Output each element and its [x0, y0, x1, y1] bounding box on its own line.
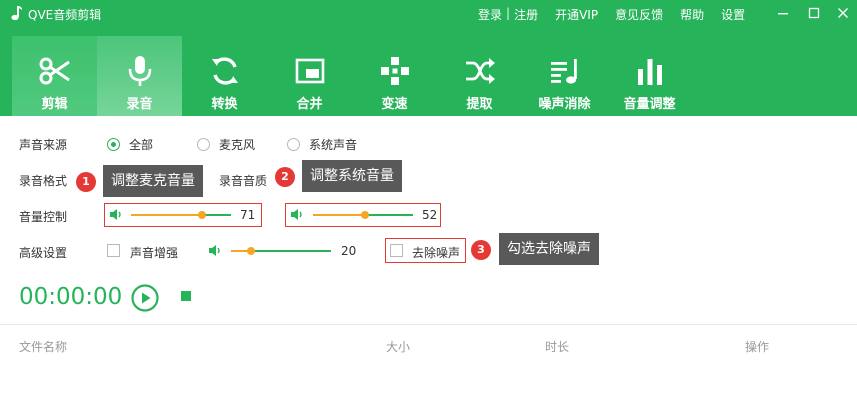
play-button[interactable] — [131, 284, 159, 312]
tab-label: 剪辑 — [41, 97, 68, 112]
speaker-icon[interactable] — [290, 208, 304, 221]
radio-button[interactable] — [197, 138, 210, 151]
top-links: 登录 | 注册 开通VIP 意见反馈 帮助 设置 — [478, 6, 745, 23]
divider — [0, 324, 857, 325]
speed-icon — [380, 57, 409, 85]
convert-icon — [211, 57, 238, 85]
tab-speed[interactable]: 变速 — [352, 36, 437, 116]
tab-convert[interactable]: 转换 — [182, 36, 267, 116]
tab-label: 变速 — [381, 97, 408, 112]
slider-fill — [131, 214, 202, 216]
system-volume-slider[interactable] — [313, 209, 413, 221]
enhance-checkbox[interactable] — [107, 244, 120, 257]
tab-cut[interactable]: 剪辑 — [12, 36, 97, 116]
volume-label: 音量控制 — [19, 210, 68, 224]
slider-handle[interactable] — [361, 211, 369, 219]
maximize-button[interactable] — [805, 4, 823, 22]
radio-button[interactable] — [107, 138, 120, 151]
quality-label: 录音音质 — [219, 174, 268, 188]
slider-fill — [313, 214, 365, 216]
minimize-button[interactable] — [774, 4, 792, 22]
login-link[interactable]: 登录 — [478, 6, 502, 23]
radio-label: 全部 — [129, 138, 154, 152]
annotation-badge-2: 2 — [275, 167, 295, 187]
record-timer: 00:00:00 — [19, 284, 123, 310]
app-title: QVE音频剪辑 — [28, 8, 102, 22]
help-link[interactable]: 帮助 — [680, 6, 704, 23]
settings-link[interactable]: 设置 — [721, 6, 745, 23]
radio-label: 麦克风 — [219, 138, 256, 152]
advanced-label: 高级设置 — [19, 246, 68, 260]
close-button[interactable] — [834, 4, 852, 22]
title-bar: QVE音频剪辑 登录 | 注册 开通VIP 意见反馈 帮助 设置 — [0, 0, 857, 28]
annotation-badge-1: 1 — [76, 172, 96, 192]
slider-handle[interactable] — [198, 211, 206, 219]
tab-label: 提取 — [466, 97, 493, 112]
scissors-icon — [39, 57, 70, 85]
tab-label: 录音 — [126, 97, 153, 112]
stop-button[interactable] — [181, 291, 191, 301]
extract-icon — [465, 58, 495, 84]
radio-source-all[interactable]: 全部 — [107, 136, 153, 153]
speaker-icon[interactable] — [208, 244, 222, 257]
volume-adjust-icon — [637, 59, 662, 85]
annotation-tip-mic: 调整麦克音量 — [103, 165, 203, 197]
annotation-tip-denoise: 勾选去除噪声 — [499, 233, 599, 265]
enhance-label: 声音增强 — [130, 246, 179, 260]
annotation-tip-system: 调整系统音量 — [302, 160, 402, 192]
tab-merge[interactable]: 合并 — [267, 36, 352, 116]
noise-removal-icon — [550, 59, 577, 84]
format-label: 录音格式 — [19, 174, 68, 188]
vip-link[interactable]: 开通VIP — [555, 6, 598, 23]
column-header-name: 文件名称 — [19, 340, 68, 354]
music-note-icon — [11, 6, 22, 21]
tab-extract[interactable]: 提取 — [437, 36, 522, 116]
radio-button[interactable] — [287, 138, 300, 151]
app-header: QVE音频剪辑 登录 | 注册 开通VIP 意见反馈 帮助 设置 剪辑 录音 转… — [0, 0, 857, 116]
slider-handle[interactable] — [247, 247, 255, 255]
radio-label: 系统声音 — [309, 138, 358, 152]
microphone-icon — [128, 56, 151, 86]
link-separator: | — [506, 6, 511, 20]
function-tabs: 剪辑 录音 转换 合并 变速 提取 噪声消除 音量调整 — [12, 36, 692, 116]
speaker-icon[interactable] — [109, 208, 123, 221]
mic-volume-slider[interactable] — [131, 209, 231, 221]
radio-source-microphone[interactable]: 麦克风 — [197, 136, 255, 153]
merge-icon — [295, 58, 324, 84]
annotation-badge-3: 3 — [471, 240, 491, 260]
tab-volume-adjust[interactable]: 音量调整 — [607, 36, 692, 116]
denoise-label: 去除噪声 — [412, 246, 461, 260]
system-volume-value: 52 — [422, 208, 438, 222]
feedback-link[interactable]: 意见反馈 — [615, 6, 663, 23]
enhance-value: 20 — [341, 244, 357, 258]
tab-label: 转换 — [211, 97, 238, 112]
radio-source-system[interactable]: 系统声音 — [287, 136, 357, 153]
tab-label: 噪声消除 — [538, 97, 591, 112]
column-header-size: 大小 — [386, 340, 411, 354]
source-label: 声音来源 — [19, 138, 68, 152]
tab-noise-removal[interactable]: 噪声消除 — [522, 36, 607, 116]
mic-volume-value: 71 — [240, 208, 256, 222]
enhance-slider[interactable] — [231, 245, 331, 257]
tab-record[interactable]: 录音 — [97, 36, 182, 116]
tab-label: 音量调整 — [623, 97, 676, 112]
register-link[interactable]: 注册 — [514, 6, 538, 23]
column-header-actions: 操作 — [745, 340, 770, 354]
column-header-duration: 时长 — [545, 340, 570, 354]
tab-label: 合并 — [296, 97, 323, 112]
denoise-checkbox[interactable] — [390, 244, 403, 257]
